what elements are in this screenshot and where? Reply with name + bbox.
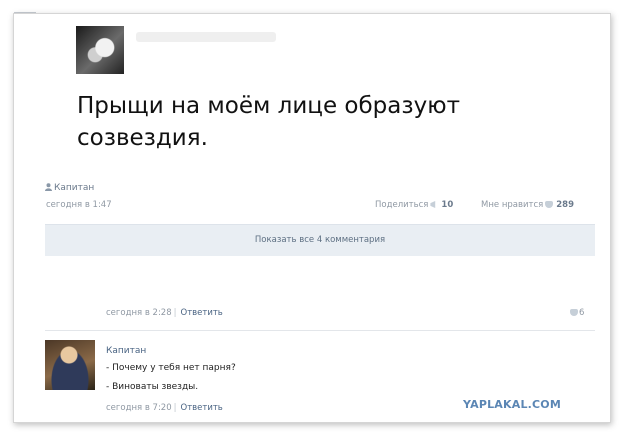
person-icon [45, 183, 52, 191]
comment-text-line: - Виноваты звезды. [106, 382, 199, 392]
comment-like-count: 6 [579, 308, 585, 318]
heart-icon [570, 309, 578, 316]
post-signer[interactable]: Капитан [45, 183, 94, 193]
comment-text-line: - Почему у тебя нет парня? [106, 363, 236, 373]
post-text: Прыщи на моём лице образуют созвездия. [77, 93, 460, 151]
post-signer-name[interactable]: Капитан [54, 183, 94, 193]
comment-meta: сегодня в 2:28 | Ответить [106, 308, 223, 318]
comment-time[interactable]: сегодня в 7:20 [106, 403, 172, 413]
heart-icon [545, 201, 554, 208]
post-time[interactable]: сегодня в 1:47 [46, 200, 112, 210]
post-author-avatar[interactable] [76, 26, 124, 74]
comment-time[interactable]: сегодня в 2:28 [106, 308, 172, 318]
comment-author-avatar[interactable] [45, 340, 95, 390]
divider [45, 330, 595, 331]
share-count: 10 [441, 200, 454, 210]
comment-meta: сегодня в 7:20 | Ответить [106, 403, 223, 413]
show-all-comments-button[interactable]: Показать все 4 комментария [45, 224, 595, 256]
share-icon [430, 201, 436, 208]
like-label: Мне нравится [481, 200, 544, 210]
comment-like-button[interactable]: 6 [568, 308, 584, 318]
like-count: 289 [556, 200, 575, 210]
separator: | [173, 308, 177, 318]
post-card [13, 13, 611, 423]
reply-link[interactable]: Ответить [181, 308, 223, 318]
separator: | [173, 403, 177, 413]
post-author-name-blurred [136, 32, 276, 42]
comment-author-name[interactable]: Капитан [106, 346, 146, 356]
reply-link[interactable]: Ответить [181, 403, 223, 413]
watermark: YAPLAKAL.COM [463, 398, 562, 411]
share-label: Поделиться [375, 200, 429, 210]
share-button[interactable]: Поделиться 10 [375, 200, 453, 210]
like-button[interactable]: Мне нравится 289 [481, 200, 574, 210]
